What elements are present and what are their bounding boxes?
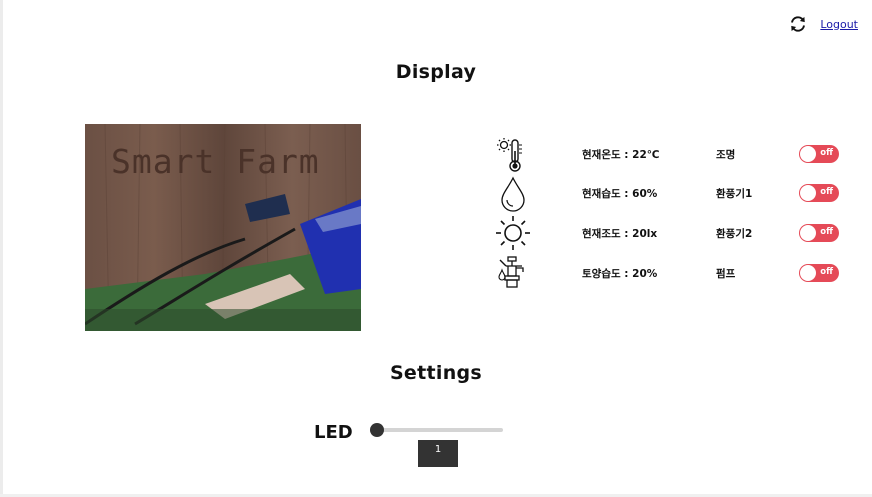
logout-link[interactable]: Logout xyxy=(820,18,858,31)
device-label-pump: 펌프 xyxy=(716,268,736,280)
toggle-state: off xyxy=(820,148,833,158)
toggle-state: off xyxy=(820,227,833,237)
led-slider-thumb[interactable] xyxy=(370,423,384,437)
device-label-fan1: 환풍기1 xyxy=(716,188,753,200)
sun-icon xyxy=(495,215,530,251)
led-label: LED xyxy=(314,422,353,443)
top-bar: Logout xyxy=(788,14,858,34)
display-title: Display xyxy=(395,61,477,83)
soil-moisture-reading: 토양습도 : 20% xyxy=(582,268,658,280)
device-label-fan2: 환풍기2 xyxy=(716,228,753,240)
fan2-toggle[interactable]: off xyxy=(799,224,839,242)
camera-overlay-text: Smart Farm xyxy=(111,142,320,181)
led-slider-track[interactable] xyxy=(372,428,503,432)
settings-title: Settings xyxy=(389,362,483,384)
thermometer-icon xyxy=(496,137,530,173)
water-drop-icon xyxy=(496,176,530,212)
toggle-knob xyxy=(800,185,816,201)
toggle-state: off xyxy=(820,187,833,197)
fan1-toggle[interactable]: off xyxy=(799,184,839,202)
toggle-state: off xyxy=(820,267,833,277)
pump-toggle[interactable]: off xyxy=(799,264,839,282)
led-value-display: 1 xyxy=(418,440,458,467)
temperature-reading: 현재온도 : 22℃ xyxy=(582,149,660,161)
device-label-light: 조명 xyxy=(716,149,736,161)
water-pump-icon xyxy=(496,254,530,290)
illuminance-reading: 현재조도 : 20lx xyxy=(582,228,658,240)
humidity-reading: 현재습도 : 60% xyxy=(582,188,658,200)
toggle-knob xyxy=(800,146,816,162)
camera-feed: Smart Farm xyxy=(85,124,361,331)
toggle-knob xyxy=(800,265,816,281)
toggle-knob xyxy=(800,225,816,241)
refresh-icon[interactable] xyxy=(788,14,808,34)
light-toggle[interactable]: off xyxy=(799,145,839,163)
